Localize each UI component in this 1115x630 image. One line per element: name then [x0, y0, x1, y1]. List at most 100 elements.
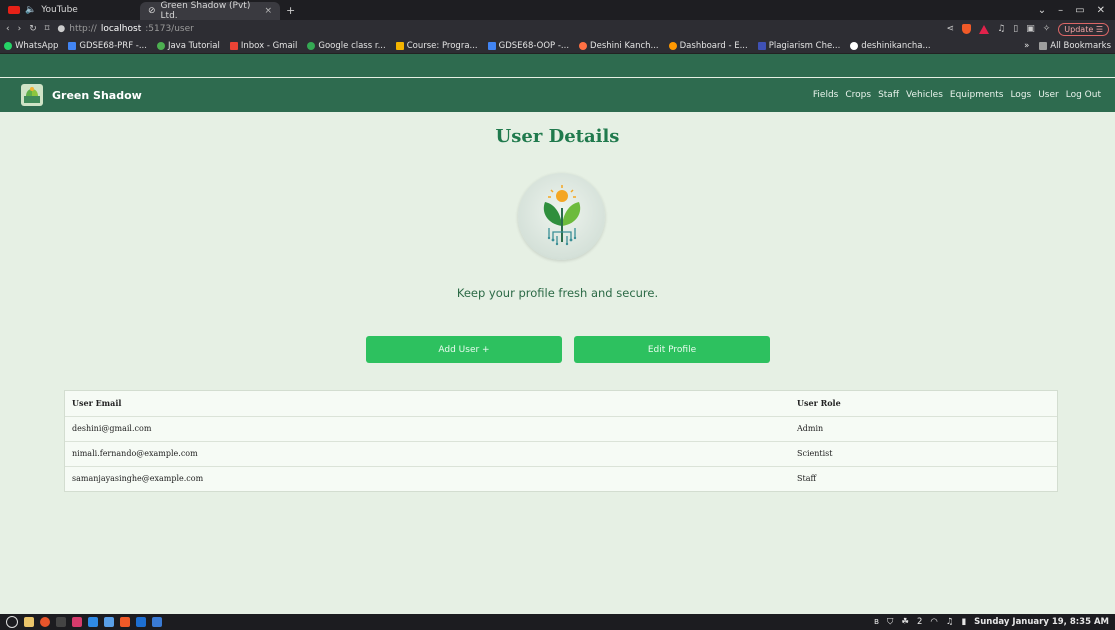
sidebar-icon[interactable]: ▯	[1013, 24, 1018, 34]
nav-staff[interactable]: Staff	[878, 90, 899, 100]
start-menu-icon[interactable]	[6, 616, 18, 628]
bookmarks-overflow-button[interactable]: »	[1024, 41, 1029, 51]
main-nav: Fields Crops Staff Vehicles Equipments L…	[813, 90, 1101, 100]
table-row[interactable]: deshini@gmail.com Admin	[65, 416, 1057, 442]
bookmarks-bar: WhatsApp GDSE68-PRF -... Java Tutorial I…	[0, 38, 1115, 54]
window-controls: ⌄ – ▭ ✕	[1038, 5, 1115, 16]
bookmark-github[interactable]: deshinikancha...	[850, 41, 931, 51]
bookmark-label: Deshini Kanch...	[590, 40, 659, 51]
browser-tab-bar: 🔈 YouTube ⊘ Green Shadow (Pvt) Ltd. × + …	[0, 0, 1115, 21]
os-taskbar: ʙ ⛉ ☘ 2 ◠ ♫ ▮ Sunday January 19, 8:35 AM	[0, 614, 1115, 630]
tab-label: Green Shadow (Pvt) Ltd.	[160, 1, 251, 21]
chevron-down-icon[interactable]: ⌄	[1038, 5, 1046, 16]
back-icon[interactable]: ‹	[6, 24, 10, 34]
bookmark-dashboard[interactable]: Dashboard - E...	[668, 41, 748, 51]
tab-green-shadow[interactable]: ⊘ Green Shadow (Pvt) Ltd. ×	[140, 1, 280, 21]
header-user-email: User Email	[65, 391, 790, 417]
update-button[interactable]: Update ☰	[1058, 22, 1109, 36]
bookmark-icon[interactable]: ⌑	[45, 24, 50, 34]
wallet-icon[interactable]: ▣	[1026, 24, 1035, 34]
globe-icon: ⊘	[148, 6, 156, 16]
image-viewer-icon[interactable]	[152, 617, 162, 627]
nav-logout[interactable]: Log Out	[1066, 90, 1101, 100]
forward-icon[interactable]: ›	[18, 24, 22, 34]
brand-name[interactable]: Green Shadow	[52, 89, 142, 102]
shield-icon[interactable]: ⛉	[887, 617, 893, 627]
close-tab-icon[interactable]: ×	[264, 6, 272, 16]
bookmark-label: Plagiarism Che...	[768, 40, 841, 51]
nav-crops[interactable]: Crops	[845, 90, 871, 100]
whatsapp-icon	[4, 41, 12, 50]
address-bar-actions: ⋖ ♫ ▯ ▣ ✧ Update ☰	[947, 22, 1109, 36]
cell-email: deshini@gmail.com	[65, 416, 790, 442]
bookmark-whatsapp[interactable]: WhatsApp	[4, 41, 58, 51]
brand-logo[interactable]	[21, 84, 43, 106]
close-window-button[interactable]: ✕	[1097, 5, 1105, 16]
clock[interactable]: Sunday January 19, 8:35 AM	[974, 617, 1109, 627]
files-icon[interactable]	[24, 617, 34, 627]
rewards-icon[interactable]	[979, 24, 990, 34]
address-bar: ‹ › ↻ ⌑ ● http://localhost:5173/user ⋖ ♫…	[0, 20, 1115, 38]
media-icon[interactable]: ♫	[946, 617, 954, 627]
folder-icon	[1039, 41, 1048, 50]
terminal-icon[interactable]	[56, 617, 66, 627]
info-icon: ●	[57, 24, 66, 34]
bookmark-gdse68-oop[interactable]: GDSE68-OOP -...	[487, 40, 570, 51]
system-tray: ʙ ⛉ ☘ 2 ◠ ♫ ▮ Sunday January 19, 8:35 AM	[874, 617, 1109, 627]
bookmark-google-classroom[interactable]: Google class r...	[307, 41, 386, 51]
table-row[interactable]: samanjayasinghe@example.com Staff	[65, 466, 1057, 491]
bookmark-gmail[interactable]: Inbox - Gmail	[229, 40, 298, 51]
bluetooth-app-icon[interactable]	[136, 617, 146, 627]
nav-user[interactable]: User	[1038, 90, 1059, 100]
all-bookmarks-label: All Bookmarks	[1050, 40, 1111, 51]
battery-icon[interactable]: ▮	[961, 617, 966, 627]
w3schools-icon	[156, 41, 165, 50]
media-icon[interactable]: ♫	[997, 24, 1005, 34]
network-icon[interactable]: ☘	[901, 617, 909, 627]
header-user-role: User Role	[790, 391, 1057, 417]
bookmark-label: Inbox - Gmail	[240, 40, 298, 51]
bookmark-java-tutorial[interactable]: Java Tutorial	[156, 40, 220, 51]
docs-icon	[487, 41, 496, 50]
brave-shield-icon[interactable]	[962, 24, 972, 34]
nav-fields[interactable]: Fields	[813, 90, 838, 100]
bookmark-label: GDSE68-OOP -...	[498, 40, 570, 51]
extensions-icon[interactable]: ✧	[1043, 24, 1051, 34]
bookmark-deshini[interactable]: Deshini Kanch...	[579, 41, 659, 51]
table-row[interactable]: nimali.fernando@example.com Scientist	[65, 441, 1057, 467]
wifi-icon[interactable]: ◠	[930, 617, 937, 627]
maximize-button[interactable]: ▭	[1075, 5, 1084, 16]
nav-vehicles[interactable]: Vehicles	[906, 90, 943, 100]
nav-logs[interactable]: Logs	[1010, 90, 1031, 100]
app-navbar: Green Shadow Fields Crops Staff Vehicles…	[0, 78, 1115, 112]
bookmark-label: Java Tutorial	[167, 40, 220, 51]
brave-icon[interactable]	[120, 617, 130, 627]
share-icon[interactable]: ⋖	[947, 24, 955, 34]
plagiarism-icon	[757, 41, 766, 50]
cell-role: Admin	[790, 416, 1057, 442]
bookmark-course[interactable]: Course: Progra...	[395, 41, 478, 51]
firefox-icon[interactable]	[40, 617, 50, 627]
url-field[interactable]: ● http://localhost:5173/user	[57, 24, 193, 34]
all-bookmarks-button[interactable]: All Bookmarks	[1039, 41, 1111, 51]
bookmark-plagiarism[interactable]: Plagiarism Che...	[757, 40, 841, 51]
app-icon[interactable]	[104, 617, 114, 627]
nav-equipments[interactable]: Equipments	[950, 90, 1004, 100]
new-tab-button[interactable]: +	[280, 4, 301, 17]
plant-circuit-icon	[543, 184, 580, 245]
vscode-icon[interactable]	[88, 617, 98, 627]
minimize-button[interactable]: –	[1058, 5, 1063, 16]
bookmark-gdse68-prf[interactable]: GDSE68-PRF -...	[68, 41, 147, 51]
tab-label: YouTube	[41, 5, 78, 15]
intellij-icon[interactable]	[72, 617, 82, 627]
edit-profile-button[interactable]: Edit Profile	[574, 336, 770, 363]
add-user-button[interactable]: Add User +	[366, 336, 562, 363]
bookmarks-right: » All Bookmarks	[1024, 41, 1111, 51]
github-icon	[850, 41, 859, 50]
url-rest: :5173/user	[145, 24, 194, 34]
bluetooth-icon[interactable]: ʙ	[874, 617, 879, 627]
pen-icon	[579, 41, 588, 50]
reload-icon[interactable]: ↻	[29, 24, 37, 34]
tab-youtube[interactable]: 🔈 YouTube	[0, 0, 140, 20]
course-icon	[395, 41, 404, 50]
